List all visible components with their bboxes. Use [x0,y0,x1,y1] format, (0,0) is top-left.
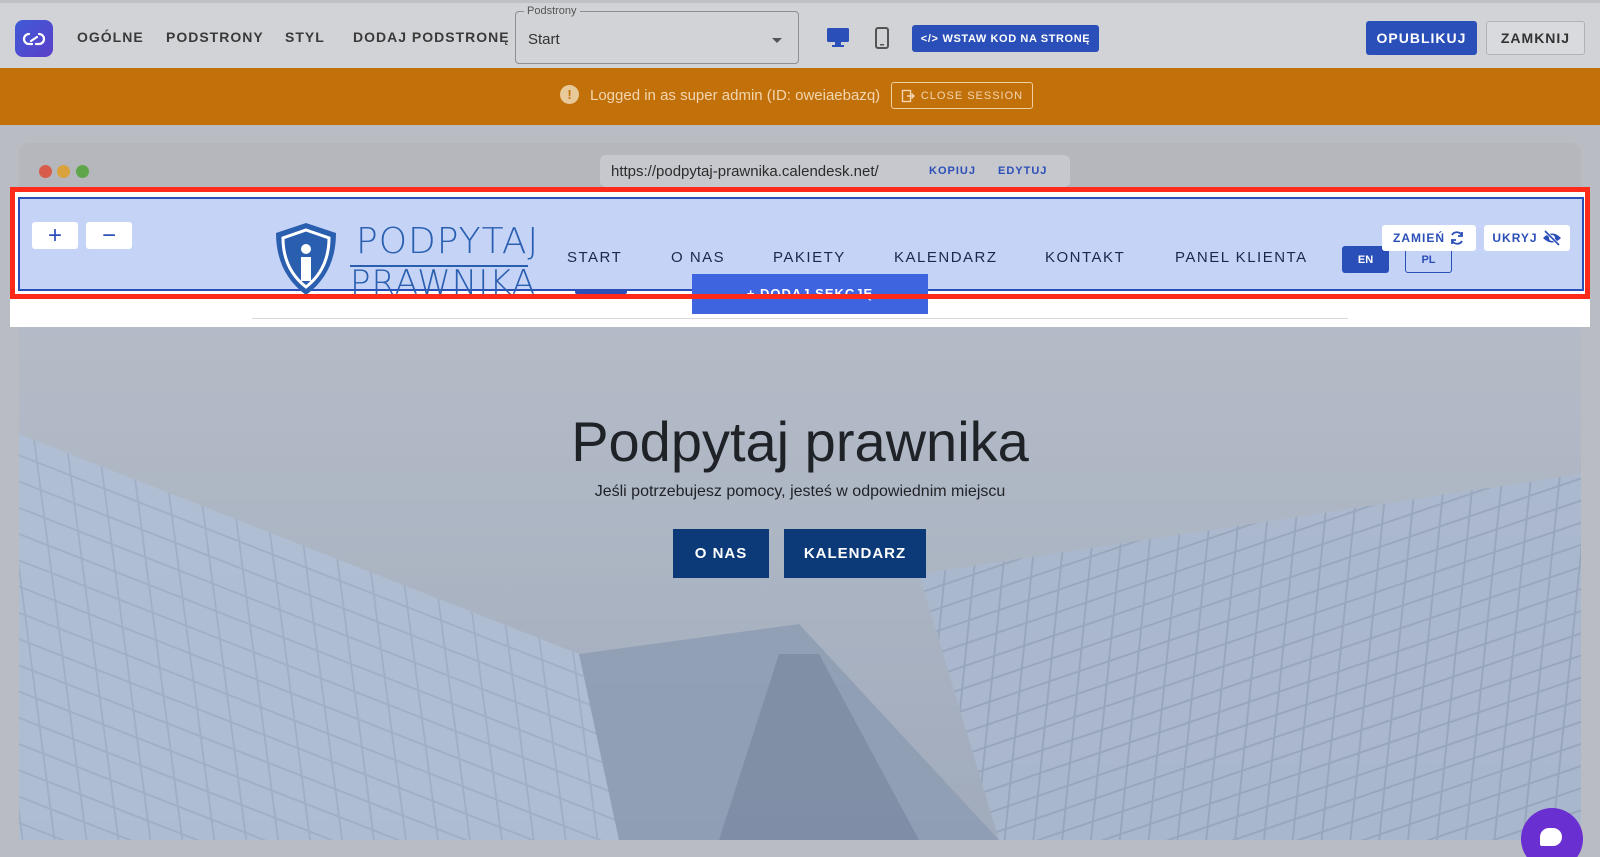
site-nav-start[interactable]: START [567,249,622,266]
nav-add-subpage[interactable]: DODAJ PODSTRONĘ [353,29,510,45]
code-icon: </> [920,32,939,45]
url-bar: https://podpytaj-prawnika.calendesk.net/… [600,155,1070,187]
logo-text-line2: PRAWNIKA [350,263,537,303]
nav-general[interactable]: OGÓLNE [77,29,144,45]
site-url: https://podpytaj-prawnika.calendesk.net/ [611,163,879,180]
banner-text: Logged in as super admin (ID: oweiaebazq… [590,87,881,104]
close-editor-button[interactable]: ZAMKNIJ [1486,21,1585,55]
hide-section-button[interactable]: UKRYJ [1484,225,1570,251]
mobile-icon[interactable] [875,27,889,54]
replace-section-button[interactable]: ZAMIEŃ [1382,225,1476,251]
eye-off-icon [1542,230,1561,246]
insert-code-button[interactable]: </> WSTAW KOD NA STRONĘ [912,25,1099,52]
hero-background-image [19,324,1581,840]
hide-label: UKRYJ [1492,231,1538,245]
close-session-label: CLOSE SESSION [920,89,1024,102]
subpages-select-label: Podstrony [524,5,580,17]
site-nav-contact[interactable]: KONTAKT [1045,249,1125,266]
site-nav-about[interactable]: O NAS [671,249,725,266]
logo-text-line1: PODPYTAJ [356,221,540,262]
logout-icon [901,89,915,102]
chevron-down-icon [772,38,782,43]
add-above-button[interactable]: + [32,222,78,249]
subpages-select-value: Start [528,31,560,48]
hero-title: Podpytaj prawnika [571,410,1029,473]
site-logo[interactable]: PODPYTAJ PRAWNIKA [272,221,538,303]
edit-url-button[interactable]: EDYTUJ [998,165,1047,177]
alert-icon: ! [560,85,579,104]
site-nav-packages[interactable]: PAKIETY [773,249,846,266]
hero-calendar-button[interactable]: KALENDARZ [784,529,926,578]
site-header-section[interactable]: + − PODPYTAJ PRAWNIKA START O NAS PAKIET… [10,187,1590,327]
hero-subtitle: Jeśli potrzebujesz pomocy, jesteś w odpo… [594,483,1006,500]
hero-section: Podpytaj prawnika Jeśli potrzebujesz pom… [19,324,1581,840]
add-section-button[interactable]: + DODAJ SEKCJĘ [692,274,928,314]
hero-about-button[interactable]: O NAS [673,529,769,578]
desktop-icon[interactable] [826,27,850,54]
header-divider [252,318,1348,319]
publish-button[interactable]: OPUBLIKUJ [1366,21,1477,55]
insert-code-label: WSTAW KOD NA STRONĘ [942,32,1091,45]
shield-icon [276,223,336,295]
replace-label: ZAMIEŃ [1393,231,1445,245]
calendesk-logo-icon[interactable] [15,20,53,57]
admin-session-banner: ! Logged in as super admin (ID: oweiaeba… [0,68,1600,125]
site-nav-client-panel[interactable]: PANEL KLIENTA [1175,249,1308,266]
editor-toolbar: OGÓLNE PODSTRONY STYL DODAJ PODSTRONĘ Po… [0,0,1600,68]
nav-subpages[interactable]: PODSTRONY [166,29,264,45]
window-dot-red-icon [39,165,52,178]
window-dot-yellow-icon [57,165,70,178]
site-nav-calendar[interactable]: KALENDARZ [894,249,998,266]
minus-icon: − [101,221,116,249]
refresh-icon [1451,231,1463,245]
plus-icon: + [47,221,62,249]
window-dot-green-icon [76,165,89,178]
subpages-select[interactable]: Podstrony Start [515,5,799,64]
nav-style[interactable]: STYL [285,29,325,45]
close-session-button[interactable]: CLOSE SESSION [891,82,1033,109]
copy-url-button[interactable]: KOPIUJ [929,165,976,177]
remove-section-button[interactable]: − [86,222,132,249]
active-nav-indicator [575,290,627,294]
